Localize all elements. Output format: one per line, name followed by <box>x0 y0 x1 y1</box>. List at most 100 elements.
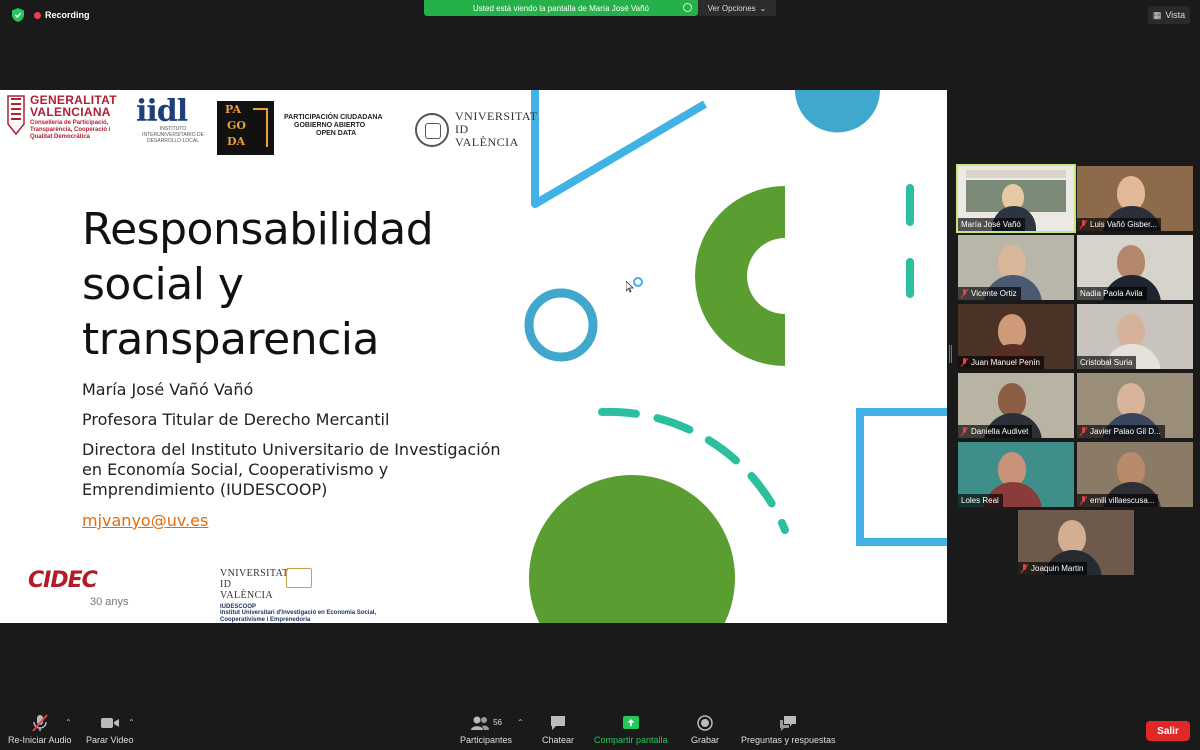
muted-mic-icon <box>1080 220 1087 229</box>
generalitat-department: Conselleria de Participació, Transparènc… <box>30 120 111 140</box>
grid-view-icon: ▦ <box>1152 9 1162 20</box>
qa-bubbles-icon <box>780 716 797 731</box>
video-button[interactable]: Parar Video <box>86 714 133 745</box>
muted-microphone-icon <box>32 714 48 732</box>
recording-dot-icon <box>34 11 41 19</box>
chat-bubble-icon <box>551 716 566 730</box>
participant-name: Vicente Ortiz <box>971 289 1017 298</box>
iidl-logo: iidl INSTITUTO INTERUNIVERSITARIO DE DES… <box>136 94 210 145</box>
participant-tile[interactable]: Javier Palao Gil D... <box>1077 373 1193 438</box>
university-seal-icon <box>415 112 449 147</box>
iudescoop-uv-name: VNIVERSITAT ID VALÈNCIA <box>220 568 289 601</box>
view-mode-label: Vista <box>1165 10 1186 20</box>
blue-half-circle <box>795 90 880 133</box>
chat-button-label: Chatear <box>542 735 575 745</box>
small-blue-ring <box>633 277 643 287</box>
muted-mic-icon <box>961 427 968 436</box>
view-options-label: Ver Opciones <box>707 3 756 13</box>
blue-square-outline <box>856 408 947 546</box>
chevron-down-icon: ⌄ <box>759 3 767 13</box>
video-button-label: Parar Video <box>86 735 134 745</box>
screen-share-banner: Usted está viendo la pantalla de María J… <box>424 0 698 16</box>
meeting-toolbar: Re-Iniciar Audio ⌃ Parar Video ⌃ 56 Part… <box>0 712 1200 750</box>
pc-line-3: OPEN DATA <box>316 130 357 137</box>
muted-mic-icon <box>1021 564 1028 573</box>
cidec-name: CIDEC <box>28 568 98 593</box>
muted-mic-icon <box>1080 496 1087 505</box>
zoom-meeting-window: Recording Usted está viendo la pantalla … <box>0 0 1200 750</box>
chat-button[interactable]: Chatear <box>542 714 574 745</box>
audio-options-caret-icon[interactable]: ⌃ <box>65 718 72 727</box>
qa-button-label: Preguntas y respuestas <box>741 735 836 745</box>
participants-options-caret-icon[interactable]: ⌃ <box>517 718 524 727</box>
participant-name: Loles Real <box>961 496 999 505</box>
muted-mic-icon <box>1080 427 1087 436</box>
participant-tile[interactable]: Daniella Audivet <box>958 373 1074 438</box>
participant-name: Juan Manuel Penín <box>971 358 1040 367</box>
audio-button[interactable]: Re-Iniciar Audio <box>8 714 72 745</box>
participant-tile[interactable]: Luis Vañó Gisber... <box>1077 166 1193 231</box>
pagoda-letters-2: GO <box>227 119 246 132</box>
iidl-mark: iidl <box>136 94 188 129</box>
pagoda-letters-3: DA <box>227 135 246 148</box>
audio-button-label: Re-Iniciar Audio <box>8 735 72 745</box>
participants-button-label: Participantes <box>460 735 513 745</box>
participant-tile[interactable]: Nadia Paola Avila <box>1077 235 1193 300</box>
participant-tile[interactable]: Joaquin Martin <box>1018 510 1134 575</box>
participant-tile[interactable]: Loles Real <box>958 442 1074 507</box>
blue-triangle-outline <box>531 90 708 208</box>
record-button[interactable]: Grabar <box>691 714 719 745</box>
participants-count: 56 <box>493 718 502 727</box>
video-options-caret-icon[interactable]: ⌃ <box>128 718 135 727</box>
shield-icon[interactable] <box>12 8 24 22</box>
pc-line-2: GOBIERNO ABIERTO <box>294 122 366 129</box>
participant-name: Cristobal Suria <box>1080 358 1133 367</box>
recording-indicator[interactable]: Recording <box>34 10 90 20</box>
share-screen-button-label: Compartir pantalla <box>594 735 668 745</box>
view-mode-button[interactable]: ▦ Vista <box>1148 6 1190 24</box>
recording-label: Recording <box>45 10 90 20</box>
participant-name: Joaquin Martin <box>1031 564 1084 573</box>
participant-tile[interactable]: Juan Manuel Penín <box>958 304 1074 369</box>
share-screen-button[interactable]: Compartir pantalla <box>594 714 668 745</box>
generalitat-logo: GENERALITAT VALENCIANA Conselleria de Pa… <box>6 94 122 141</box>
share-screen-icon <box>622 716 639 729</box>
participants-icon <box>471 716 490 730</box>
slide-director: Directora del Instituto Universitario de… <box>82 440 501 499</box>
muted-mic-icon <box>961 289 968 298</box>
iudescoop-logo: VNIVERSITAT ID VALÈNCIA IUDESCOOP Instit… <box>220 568 390 623</box>
open-government-logo: PARTICIPACIÓN CIUDADANA GOBIERNO ABIERTO… <box>284 114 394 138</box>
participant-name: Daniella Audivet <box>971 427 1029 436</box>
slide-role: Profesora Titular de Derecho Mercantil <box>82 410 390 429</box>
pc-line-1: PARTICIPACIÓN CIUDADANA <box>284 114 383 121</box>
participant-name: María José Vañó <box>961 220 1021 229</box>
qa-button[interactable]: Preguntas y respuestas <box>741 714 836 745</box>
pagoda-logo: PA GO DA <box>217 101 274 155</box>
slide-author: María José Vañó Vañó <box>82 380 254 399</box>
generalitat-shield-icon <box>7 95 25 136</box>
participant-tile[interactable]: Cristobal Suria <box>1077 304 1193 369</box>
participants-button[interactable]: 56 Participantes <box>460 714 512 745</box>
slide-title: Responsabilidad social y transparencia <box>82 204 434 365</box>
participant-tile[interactable]: María José Vañó <box>956 164 1076 233</box>
universitat-valencia-logo: VNIVERSITAT ID VALÈNCIA <box>415 110 537 149</box>
leave-meeting-button[interactable]: Salir <box>1146 721 1190 741</box>
green-circle <box>529 475 735 623</box>
iudescoop-description: Institut Universitari d'Investigació en … <box>220 610 377 623</box>
pagoda-bracket-icon <box>253 108 268 147</box>
participant-name: Nadia Paola Avila <box>1080 289 1143 298</box>
view-options-button[interactable]: Ver Opciones ⌄ <box>698 0 776 16</box>
panel-resize-handle[interactable] <box>949 345 952 363</box>
slide-email-link[interactable]: mjvanyo@uv.es <box>82 511 208 530</box>
cidec-years: 30 anys <box>90 596 129 608</box>
record-button-label: Grabar <box>691 735 720 745</box>
participant-tile[interactable]: emili villaescusa... <box>1077 442 1193 507</box>
pagoda-letters-1: PA <box>225 103 242 116</box>
mouse-cursor-icon <box>626 281 634 293</box>
participant-tile[interactable]: Vicente Ortiz <box>958 235 1074 300</box>
cidec-logo: CIDEC 30 anys <box>28 568 148 618</box>
muted-mic-icon <box>961 358 968 367</box>
record-icon <box>697 715 713 731</box>
top-status-area: Recording <box>12 8 90 22</box>
generalitat-name: GENERALITAT VALENCIANA <box>30 93 117 119</box>
